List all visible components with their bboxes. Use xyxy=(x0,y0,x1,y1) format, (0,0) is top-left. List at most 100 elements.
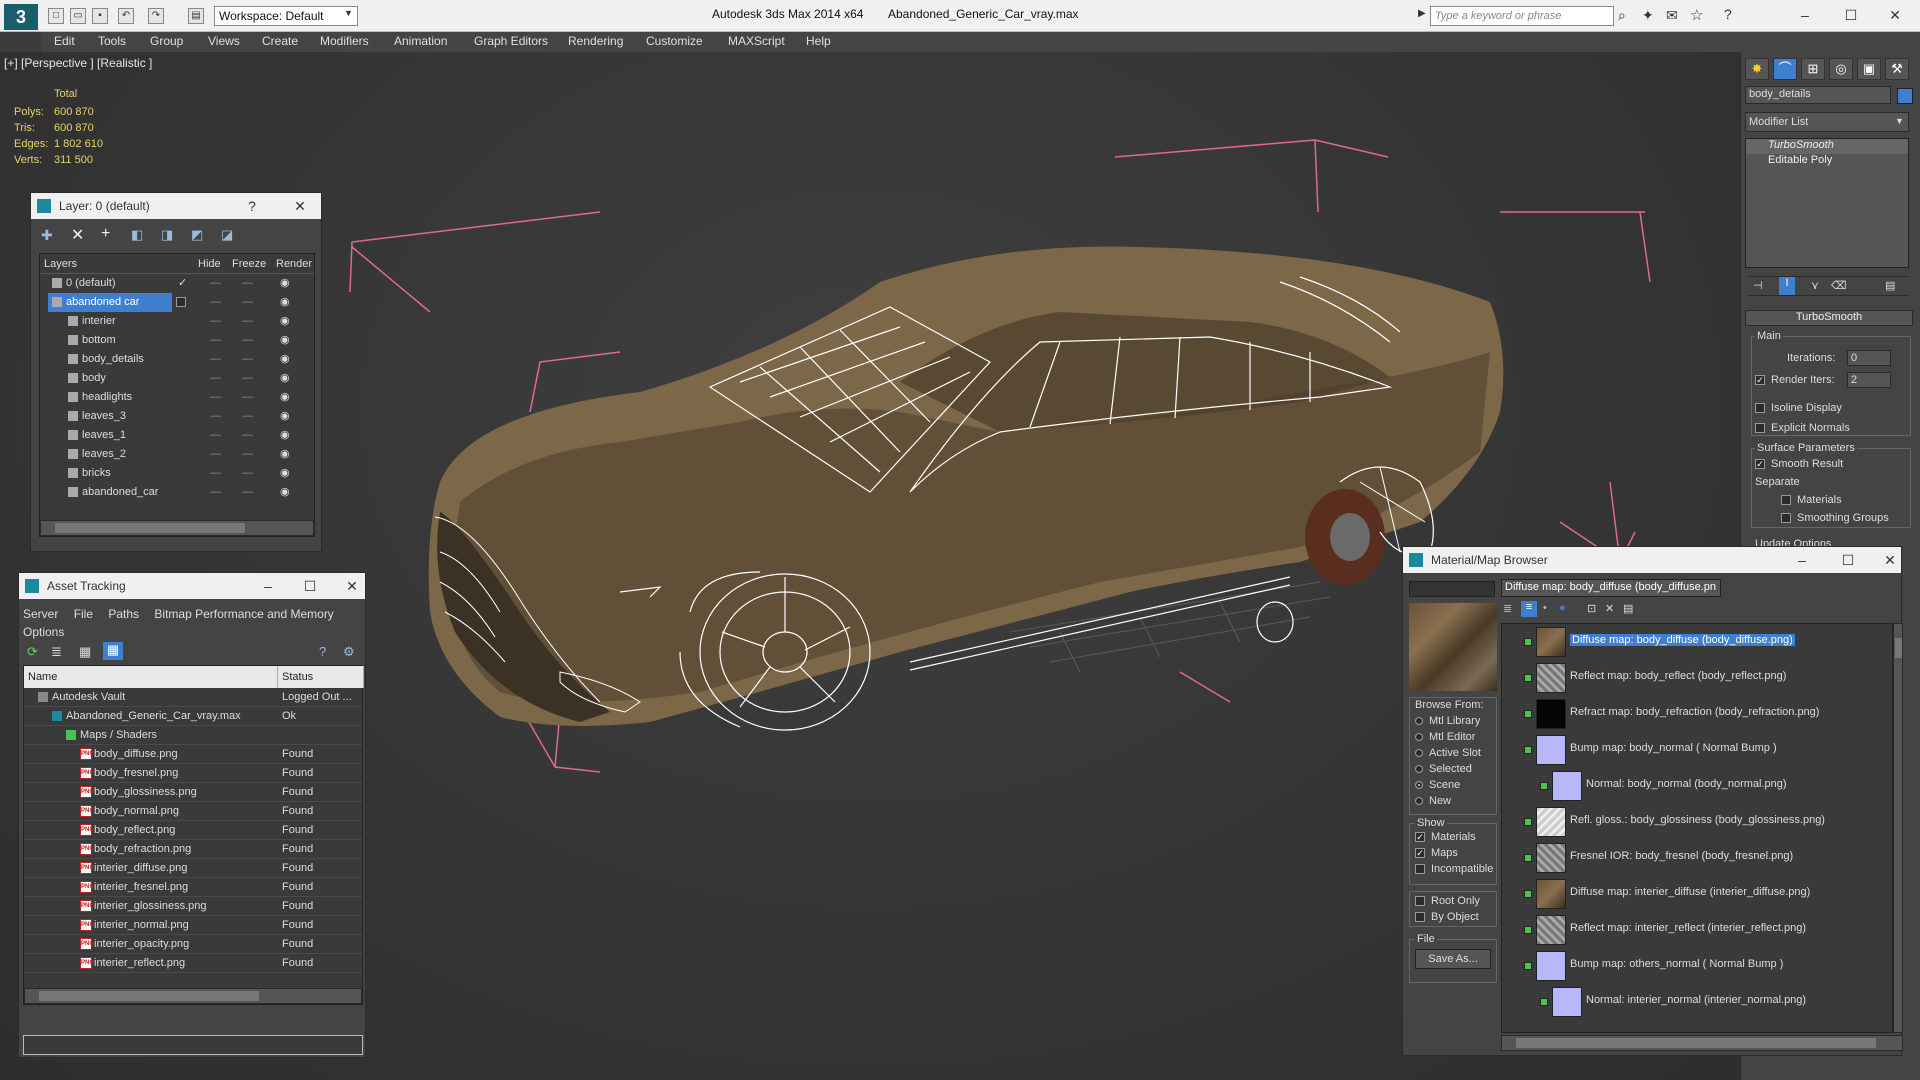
utilities-tab-icon[interactable]: ⚒ xyxy=(1885,58,1909,80)
map-list-item[interactable]: Refract map: body_refraction (body_refra… xyxy=(1502,696,1822,732)
render-toggle-icon[interactable]: ◉ xyxy=(280,274,290,293)
asset-row[interactable]: Autodesk Vault Logged Out ... xyxy=(24,688,362,707)
hide-toggle[interactable]: — xyxy=(210,445,221,464)
menu-help[interactable]: Help xyxy=(806,34,831,48)
asset-menu-server[interactable]: Server xyxy=(23,607,58,621)
modify-tab-icon[interactable]: ⌒ xyxy=(1773,58,1797,80)
asset-row[interactable]: PNGbody_reflect.png Found xyxy=(24,821,362,840)
freeze-toggle[interactable]: — xyxy=(242,350,253,369)
pin-stack-icon[interactable]: ⊣ xyxy=(1753,279,1763,292)
menu-views[interactable]: Views xyxy=(208,34,240,48)
asset-close-button[interactable]: ✕ xyxy=(339,573,365,599)
make-unique-icon[interactable]: ⋎ xyxy=(1811,279,1819,292)
freeze-toggle[interactable]: — xyxy=(242,274,253,293)
map-enabled-check-icon[interactable] xyxy=(1524,710,1532,718)
browse-from-option[interactable]: Active Slot xyxy=(1415,747,1481,759)
browser-maximize-button[interactable]: ☐ xyxy=(1835,547,1861,573)
asset-row[interactable]: PNGbody_normal.png Found xyxy=(24,802,362,821)
list-view-icon[interactable]: ≣ xyxy=(51,644,62,660)
render-toggle-icon[interactable]: ◉ xyxy=(280,331,290,350)
hide-toggle[interactable]: — xyxy=(210,464,221,483)
asset-row[interactable]: PNGbody_diffuse.png Found xyxy=(24,745,362,764)
motion-tab-icon[interactable]: ◎ xyxy=(1829,58,1853,80)
render-toggle-icon[interactable]: ◉ xyxy=(280,445,290,464)
project-folder-icon[interactable]: ▤ xyxy=(188,8,204,24)
save-as-button[interactable]: Save As... xyxy=(1415,949,1491,969)
browse-from-option[interactable]: New xyxy=(1415,795,1451,807)
map-enabled-check-icon[interactable] xyxy=(1540,998,1548,1006)
chevron-down-icon[interactable]: ▼ xyxy=(344,8,356,24)
map-enabled-check-icon[interactable] xyxy=(1524,854,1532,862)
turbosmooth-rollout-title[interactable]: TurboSmooth xyxy=(1745,310,1913,326)
map-enabled-check-icon[interactable] xyxy=(1524,674,1532,682)
asset-menu-options[interactable]: Options xyxy=(23,625,64,639)
menu-rendering[interactable]: Rendering xyxy=(568,34,623,48)
map-list-item[interactable]: Bump map: others_normal ( Normal Bump ) xyxy=(1502,948,1822,984)
asset-row[interactable]: PNGinterier_glossiness.png Found xyxy=(24,897,362,916)
stack-item-turbosmooth[interactable]: TurboSmooth xyxy=(1746,139,1908,154)
menu-modifiers[interactable]: Modifiers xyxy=(320,34,369,48)
delete-layer-icon[interactable]: ✕ xyxy=(71,225,84,245)
binoculars-icon[interactable]: ⌕ xyxy=(1618,7,1626,24)
layer-row[interactable]: interier — — ◉ xyxy=(40,312,314,331)
menu-animation[interactable]: Animation xyxy=(394,34,447,48)
layer-row[interactable]: bricks — — ◉ xyxy=(40,464,314,483)
layer-row[interactable]: 0 (default) ✓ — — ◉ xyxy=(40,274,314,293)
asset-path-field[interactable] xyxy=(23,1035,363,1055)
freeze-all-icon[interactable]: ◪ xyxy=(221,227,233,243)
browse-from-option[interactable]: Selected xyxy=(1415,763,1472,775)
hide-toggle[interactable]: — xyxy=(210,331,221,350)
freeze-toggle[interactable]: — xyxy=(242,445,253,464)
infocenter-icon[interactable]: ✦ xyxy=(1642,7,1654,24)
freeze-toggle[interactable]: — xyxy=(242,464,253,483)
layer-row[interactable]: leaves_1 — — ◉ xyxy=(40,426,314,445)
display-tab-icon[interactable]: ▣ xyxy=(1857,58,1881,80)
map-enabled-check-icon[interactable] xyxy=(1524,926,1532,934)
highlight-layer-icon[interactable]: ◨ xyxy=(161,227,173,243)
table-view-icon[interactable]: ▦ xyxy=(103,642,123,660)
new-file-icon[interactable]: □ xyxy=(48,8,64,24)
layer-row[interactable]: leaves_2 — — ◉ xyxy=(40,445,314,464)
map-list-h-thumb[interactable] xyxy=(1516,1038,1876,1048)
close-button[interactable]: ✕ xyxy=(1880,4,1910,26)
layer-panel-titlebar[interactable]: Layer: 0 (default) ? ✕ xyxy=(31,193,321,219)
map-enabled-check-icon[interactable] xyxy=(1524,818,1532,826)
browser-search-field[interactable] xyxy=(1409,581,1495,597)
hide-column-header[interactable]: Hide xyxy=(198,258,221,270)
menu-edit[interactable]: Edit xyxy=(54,34,75,48)
redo-icon[interactable]: ↷ xyxy=(148,8,164,24)
freeze-toggle[interactable]: — xyxy=(242,388,253,407)
asset-menu-file[interactable]: File xyxy=(74,607,93,621)
asset-row[interactable]: PNGinterier_fresnel.png Found xyxy=(24,878,362,897)
map-list-item[interactable]: Refl. gloss.: body_glossiness (body_glos… xyxy=(1502,804,1825,840)
show-option[interactable]: ✓ Materials xyxy=(1415,831,1476,843)
minimize-button[interactable]: – xyxy=(1790,4,1820,26)
browser-close-button[interactable]: ✕ xyxy=(1877,547,1903,573)
asset-row[interactable]: PNGbody_refraction.png Found xyxy=(24,840,362,859)
smooth-result-option[interactable]: ✓ Smooth Result xyxy=(1755,458,1843,470)
menu-group[interactable]: Group xyxy=(150,34,183,48)
menu-graph-editors[interactable]: Graph Editors xyxy=(474,34,548,48)
map-list-item[interactable]: Diffuse map: interier_diffuse (interier_… xyxy=(1502,876,1822,912)
select-objects-icon[interactable]: ◧ xyxy=(131,227,143,243)
hide-toggle[interactable]: — xyxy=(210,388,221,407)
viewport-label[interactable]: [+] [Perspective ] [Realistic ] xyxy=(4,56,152,70)
maximize-button[interactable]: ☐ xyxy=(1836,4,1866,26)
layer-row[interactable]: bottom — — ◉ xyxy=(40,331,314,350)
app-logo-icon[interactable]: 3 xyxy=(4,4,38,30)
sphere-icon[interactable]: ● xyxy=(1559,602,1566,614)
render-toggle-icon[interactable]: ◉ xyxy=(280,369,290,388)
render-column-header[interactable]: Render xyxy=(276,258,312,270)
hide-toggle[interactable]: — xyxy=(210,312,221,331)
asset-row[interactable]: PNGinterier_opacity.png Found xyxy=(24,935,362,954)
map-list-item[interactable]: Normal: body_normal (body_normal.png) xyxy=(1502,768,1822,804)
status-column-header[interactable]: Status xyxy=(278,666,364,688)
layers-column-header[interactable]: Layers xyxy=(44,258,77,270)
map-enabled-check-icon[interactable] xyxy=(1524,962,1532,970)
open-file-icon[interactable]: ▭ xyxy=(70,8,86,24)
layer-horizontal-scrollbar[interactable] xyxy=(40,520,314,536)
asset-minimize-button[interactable]: – xyxy=(255,573,281,599)
search-input[interactable]: Type a keyword or phrase xyxy=(1430,6,1614,26)
freeze-toggle[interactable]: — xyxy=(242,312,253,331)
render-iters-option[interactable]: ✓ Render Iters: xyxy=(1755,374,1835,386)
